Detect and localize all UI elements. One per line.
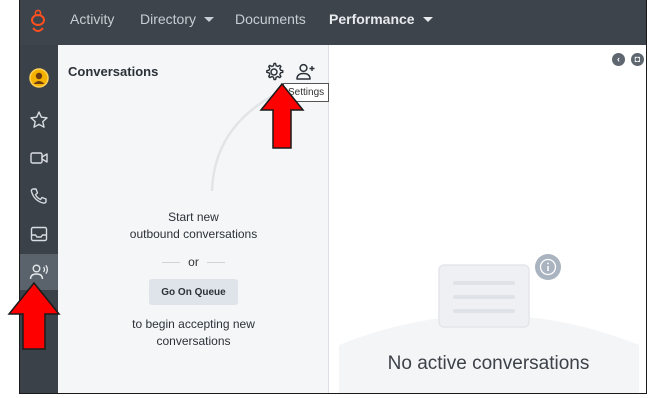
start-new-line2: outbound conversations — [129, 227, 258, 241]
app-frame: Activity Directory Documents Performance — [19, 0, 647, 394]
gear-icon[interactable] — [263, 61, 285, 83]
user-avatar-icon — [29, 68, 49, 88]
top-nav: Activity Directory Documents Performance — [20, 0, 646, 45]
divider-line — [162, 262, 181, 264]
rail-video[interactable] — [20, 140, 58, 176]
panel-title: Conversations — [68, 64, 159, 79]
genesys-logo-icon[interactable] — [23, 7, 53, 37]
inbox-icon — [30, 226, 48, 242]
nav-activity[interactable]: Activity — [70, 0, 114, 45]
start-new-line1: Start new — [168, 210, 219, 224]
divider-line — [206, 262, 225, 264]
rail-favorites[interactable] — [20, 102, 58, 138]
or-divider: or — [58, 255, 329, 269]
accept-line1: to begin accepting new — [132, 317, 255, 331]
accept-line2: conversations — [156, 334, 231, 348]
popout-icon[interactable]: ◘ — [631, 53, 644, 66]
red-arrow-up-rail — [7, 281, 61, 350]
main-area: ‹ ◘ No active conversations — [329, 45, 646, 393]
red-arrow-up-settings — [259, 82, 305, 149]
nav-performance[interactable]: Performance — [329, 0, 433, 45]
video-icon — [30, 152, 48, 164]
agent-voice-icon — [29, 264, 49, 280]
chevron-down-icon — [204, 17, 215, 22]
chevron-left-icon[interactable]: ‹ — [612, 53, 625, 66]
phone-icon — [30, 188, 47, 204]
add-person-icon[interactable] — [295, 61, 317, 83]
rail-phone[interactable] — [20, 178, 58, 214]
go-on-queue-button[interactable]: Go On Queue — [149, 279, 238, 305]
rail-inbox[interactable] — [20, 216, 58, 252]
chevron-down-icon — [422, 17, 433, 22]
rail-profile[interactable] — [20, 60, 58, 96]
nav-documents[interactable]: Documents — [235, 0, 306, 45]
nav-directory[interactable]: Directory — [140, 0, 215, 45]
no-active-conversations-text: No active conversations — [387, 353, 590, 374]
star-icon — [30, 111, 48, 128]
